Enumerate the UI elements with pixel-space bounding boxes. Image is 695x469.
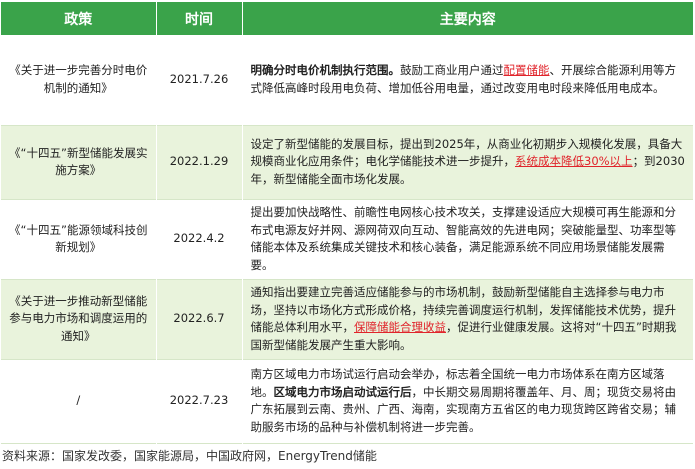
- policy-date: 2022.7.23: [156, 359, 243, 443]
- page: EnergyTrend 政策 时间 主要内容 《关于进一步完善分时电价机制的通知…: [0, 0, 695, 469]
- policy-content: 南方区域电力市场试运行启动会举办，标志着全国统一电力市场体系在南方区域落地。区域…: [242, 359, 693, 443]
- policy-name: 《“十四五”新型储能发展实施方案》: [1, 125, 157, 199]
- policy-name: 《关于进一步完善分时电价机制的通知》: [1, 35, 157, 125]
- policy-name: 《“十四五”能源领域科技创新规划》: [1, 199, 157, 279]
- table-header-row: 政策 时间 主要内容: [1, 2, 693, 35]
- content-highlight: 配置储能: [503, 63, 550, 78]
- policy-date: 2021.7.26: [156, 35, 243, 125]
- content-text: 鼓励工商业用户通过: [400, 63, 504, 78]
- policy-content: 提出要加快战略性、前瞻性电网核心技术攻关，支撑建设适应大规模可再生能源和分布式电…: [242, 199, 693, 279]
- policy-date: 2022.1.29: [156, 125, 243, 199]
- content-emphasis: 区域电力市场启动试运行后: [273, 384, 412, 399]
- table-row: 《关于进一步完善分时电价机制的通知》 2021.7.26 明确分时电价机制执行范…: [1, 35, 693, 125]
- policy-date: 2022.6.7: [156, 279, 243, 359]
- table-row: 《“十四五”新型储能发展实施方案》 2022.1.29 设定了新型储能的发展目标…: [1, 125, 693, 199]
- policy-content: 通知指出要建立完善适应储能参与的市场机制，鼓励新型储能自主选择参与电力市场，坚持…: [242, 279, 693, 359]
- content-emphasis: 明确分时电价机制执行范围。: [250, 63, 401, 78]
- content-highlight: 保障储能合理收益: [354, 320, 446, 334]
- policy-name: 《关于进一步推动新型储能参与电力市场和调度运用的通知》: [1, 279, 157, 359]
- policy-name: /: [1, 359, 157, 443]
- header-policy: 政策: [1, 2, 157, 35]
- source-note: 资料来源：国家发改委，国家能源局，中国政府网，EnergyTrend储能: [2, 449, 377, 463]
- table-row: 《关于进一步推动新型储能参与电力市场和调度运用的通知》 2022.6.7 通知指…: [1, 279, 693, 359]
- policy-table: 政策 时间 主要内容 《关于进一步完善分时电价机制的通知》 2021.7.26 …: [1, 2, 693, 444]
- header-content: 主要内容: [242, 2, 693, 35]
- header-date: 时间: [156, 2, 243, 35]
- table-row: 《“十四五”能源领域科技创新规划》 2022.4.2 提出要加快战略性、前瞻性电…: [1, 199, 693, 279]
- content-highlight: 系统成本降低30%以上: [515, 154, 633, 169]
- table-row: / 2022.7.23 南方区域电力市场试运行启动会举办，标志着全国统一电力市场…: [1, 359, 693, 443]
- policy-content: 设定了新型储能的发展目标，提出到2025年，从商业化初期步入规模化发展，具备大规…: [242, 125, 693, 199]
- content-text: 提出要加快战略性、前瞻性电网核心技术攻关，支撑建设适应大规模可再生能源和分布式电…: [250, 205, 677, 272]
- policy-content: 明确分时电价机制执行范围。鼓励工商业用户通过配置储能、开展综合能源利用等方式降低…: [242, 35, 693, 125]
- policy-date: 2022.4.2: [156, 199, 243, 279]
